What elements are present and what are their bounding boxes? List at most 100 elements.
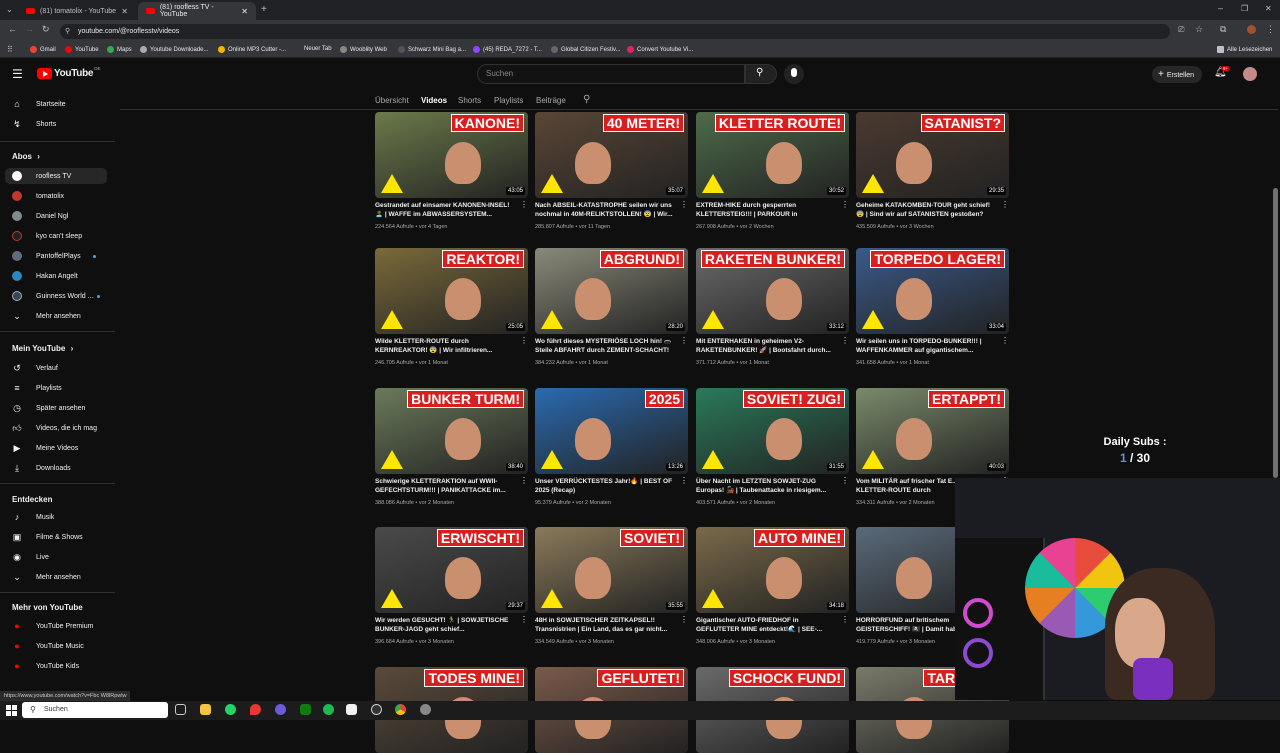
video-thumbnail[interactable]: ERTAPPT! 40:03 [856, 388, 1009, 474]
video-title[interactable]: 48H in SOWJETISCHER ZEITKAPSEL!! Transni… [535, 616, 675, 634]
video-title[interactable]: Mit ENTERHAKEN in geheimen V2-RAKETENBUN… [696, 337, 836, 355]
video-more-options-icon[interactable]: ⋮ [1001, 200, 1009, 209]
video-thumbnail[interactable]: SOVIET! ZUG! 31:55 [696, 388, 849, 474]
new-tab-button[interactable]: + [261, 4, 267, 15]
maps-pin-icon[interactable] [250, 704, 261, 715]
subscriptions-heading[interactable]: Abos › [12, 152, 40, 161]
profile-icon[interactable] [1247, 25, 1256, 34]
video-thumbnail[interactable]: KANONE! 43:05 [375, 112, 528, 198]
back-icon[interactable]: ← [8, 24, 17, 34]
extensions-icon[interactable]: ⧉ [1220, 24, 1226, 35]
bookmark-maps[interactable]: Maps [107, 46, 132, 53]
tab-overview[interactable]: Übersicht [375, 96, 409, 105]
url-bar[interactable]: ⚲ youtube.com/@rooflesstv/videos [60, 24, 1170, 39]
video-title[interactable]: Wir werden GESUCHT! 🏃 | SOWJETISCHE BUNK… [375, 616, 515, 634]
video-more-options-icon[interactable]: ⋮ [841, 200, 849, 209]
sidebar-item-sub-pantoffel[interactable]: PantoffelPlays [12, 249, 96, 263]
sidebar-item-films[interactable]: ▣ Filme & Shows [12, 530, 83, 544]
whatsapp-icon[interactable] [225, 704, 236, 715]
search-input[interactable]: Suchen [477, 64, 745, 84]
you-heading[interactable]: Mein YouTube › [12, 344, 73, 353]
bookmark-reda[interactable]: (45) REDA_7272 - T... [473, 46, 542, 53]
star-icon[interactable]: ☆ [1195, 24, 1203, 35]
sidebar-item-home[interactable]: ⌂ Startseite [12, 97, 65, 111]
sidebar-item-watch-later[interactable]: ◷ Später ansehen [12, 401, 85, 415]
app-icon[interactable] [346, 704, 357, 715]
task-view-icon[interactable] [175, 704, 186, 715]
video-title[interactable]: Wir seilen uns in TORPEDO-BUNKER!!! | WA… [856, 337, 996, 355]
windows-start-icon[interactable] [6, 705, 17, 716]
video-title[interactable]: Unser VERRÜCKTESTES Jahr!🔥 | BEST OF 202… [535, 477, 675, 495]
video-title[interactable]: Schwierige KLETTERAKTION auf WWII-GEFECH… [375, 477, 515, 495]
video-title[interactable]: Wilde KLETTER-ROUTE durch KERNREAKTOR! 😨… [375, 337, 515, 355]
video-thumbnail[interactable]: AUTO MINE! 34:18 [696, 527, 849, 613]
video-thumbnail[interactable]: SATANIST? 29:35 [856, 112, 1009, 198]
video-more-options-icon[interactable]: ⋮ [1001, 336, 1009, 345]
menu-icon[interactable]: ⋮ [1266, 24, 1275, 35]
sidebar-item-music-app[interactable]: ● YouTube Music [12, 639, 83, 653]
voice-search-button[interactable] [784, 64, 804, 84]
video-thumbnail[interactable]: 40 METER! 35:07 [535, 112, 688, 198]
video-more-options-icon[interactable]: ⋮ [520, 336, 528, 345]
sidebar-item-music[interactable]: ♪ Musik [12, 510, 55, 524]
sidebar-item-sub-hakan[interactable]: Hakan Angelt [12, 269, 78, 283]
bookmark-youtube[interactable]: YouTube [65, 46, 99, 53]
sidebar-item-history[interactable]: ↺ Verlauf [12, 361, 58, 375]
close-tab-icon[interactable]: ✕ [241, 7, 248, 16]
sidebar-item-downloads[interactable]: ⤓ Downloads [12, 461, 71, 475]
close-tab-icon[interactable]: ✕ [121, 7, 128, 16]
video-thumbnail[interactable]: KLETTER ROUTE! 30:52 [696, 112, 849, 198]
account-avatar[interactable] [1243, 67, 1257, 81]
bookmark-youtube-downloader[interactable]: Youtube Downloade... [140, 46, 209, 53]
video-thumbnail[interactable]: ERWISCHT! 29:37 [375, 527, 528, 613]
bookmark-new-tab[interactable]: Neuer Tab [304, 46, 332, 52]
obs-icon[interactable] [371, 704, 382, 715]
video-more-options-icon[interactable]: ⋮ [680, 200, 688, 209]
spotify-icon[interactable] [323, 704, 334, 715]
bookmark-mp3-cutter[interactable]: Online MP3 Cutter -... [218, 46, 286, 53]
tab-shorts[interactable]: Shorts [458, 96, 481, 105]
video-title[interactable]: Gestrandet auf einsamer KANONEN-INSEL! 🏝… [375, 201, 515, 219]
tab-posts[interactable]: Beiträge [536, 96, 566, 105]
browser-tab-tomatolix[interactable]: (81) tomatolix - YouTube ✕ [18, 2, 136, 20]
sidebar-item-sub-roofless[interactable]: roofless TV [12, 169, 71, 183]
video-thumbnail[interactable]: BUNKER TURM! 38:40 [375, 388, 528, 474]
install-icon[interactable]: ⎚ [1178, 25, 1184, 35]
video-more-options-icon[interactable]: ⋮ [841, 615, 849, 624]
sidebar-item-explore-more[interactable]: ⌄ Mehr ansehen [12, 570, 81, 584]
search-button[interactable]: ⚲ [745, 64, 777, 84]
video-more-options-icon[interactable]: ⋮ [520, 200, 528, 209]
tab-videos[interactable]: Videos [421, 96, 447, 105]
tab-playlists[interactable]: Playlists [494, 96, 523, 105]
video-title[interactable]: Wo führt dieses MYSTERIÖSE LOCH hin! 🕳️ … [535, 337, 675, 355]
sidebar-item-live[interactable]: ◉ Live [12, 550, 49, 564]
bookmark-schwarz-bag[interactable]: Schwarz Mini Bag a... [398, 46, 466, 53]
video-title[interactable]: EXTREM-HIKE durch gesperrten KLETTERSTEI… [696, 201, 836, 220]
hamburger-menu-icon[interactable]: ☰ [12, 67, 23, 81]
app-icon[interactable] [420, 704, 431, 715]
video-more-options-icon[interactable]: ⋮ [680, 615, 688, 624]
video-thumbnail[interactable]: SOVIET! 35:55 [535, 527, 688, 613]
video-more-options-icon[interactable]: ⋮ [841, 476, 849, 485]
chrome-icon[interactable] [395, 704, 406, 715]
video-title[interactable]: Über Nacht im LETZTEN SOWJET-ZUG Europas… [696, 477, 836, 495]
taskbar-search[interactable]: ⚲ Suchen [22, 702, 168, 718]
sidebar-item-sub-tomatolix[interactable]: tomatolix [12, 189, 64, 203]
sidebar-item-playlists[interactable]: ≡ Playlists [12, 381, 61, 395]
video-more-options-icon[interactable]: ⋮ [680, 476, 688, 485]
sidebar-item-shorts[interactable]: ↯ Shorts [12, 117, 56, 131]
video-thumbnail[interactable]: ABGRUND! 28:20 [535, 248, 688, 334]
sidebar-item-sub-daniel[interactable]: Daniel Ngl [12, 209, 68, 223]
xbox-icon[interactable] [300, 704, 311, 715]
video-more-options-icon[interactable]: ⋮ [520, 476, 528, 485]
sidebar-item-premium[interactable]: ● YouTube Premium [12, 619, 93, 633]
bookmark-all[interactable]: Alle Lesezeichen [1217, 46, 1272, 53]
maximize-button[interactable]: ❐ [1241, 4, 1248, 13]
video-title[interactable]: Geheime KATAKOMBEN-TOUR geht schief! 😨 |… [856, 201, 996, 219]
create-button[interactable]: + Erstellen [1152, 66, 1202, 83]
sidebar-item-liked[interactable]: 👍︎ Videos, die ich mag [12, 421, 97, 435]
browser-tab-roofless[interactable]: (81) roofless TV - YouTube ✕ [138, 2, 256, 20]
sidebar-item-kids[interactable]: ● YouTube Kids [12, 659, 79, 673]
video-title[interactable]: Nach ABSEIL-KATASTROPHE seilen wir uns n… [535, 201, 675, 219]
tab-search-icon[interactable]: ⌄ [6, 5, 13, 14]
